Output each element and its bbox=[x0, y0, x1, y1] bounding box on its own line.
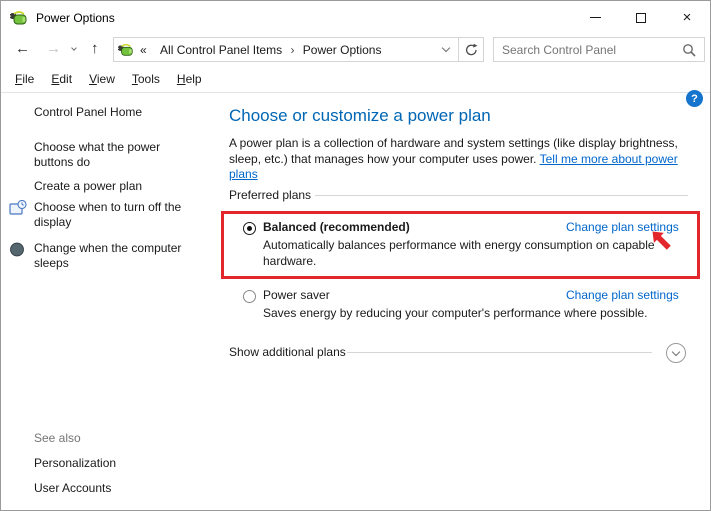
radio-power-saver[interactable] bbox=[243, 290, 256, 303]
maximize-button[interactable] bbox=[618, 1, 664, 34]
page-title: Choose or customize a power plan bbox=[229, 106, 491, 126]
search-icon[interactable] bbox=[682, 43, 696, 57]
address-bar[interactable]: « All Control Panel Items › Power Option… bbox=[113, 37, 484, 62]
plan-name-balanced: Balanced (recommended) bbox=[263, 220, 410, 234]
preferred-plans-label: Preferred plans bbox=[229, 188, 311, 202]
preferred-plans-divider bbox=[315, 195, 688, 196]
display-clock-icon bbox=[9, 200, 27, 217]
radio-balanced[interactable] bbox=[243, 222, 256, 235]
help-icon: ? bbox=[691, 93, 698, 105]
expand-additional-plans-button[interactable] bbox=[666, 343, 686, 363]
forward-button[interactable]: → bbox=[46, 39, 61, 59]
window-title: Power Options bbox=[36, 11, 115, 25]
breadcrumb-overflow-chevron[interactable]: « bbox=[140, 43, 147, 57]
recent-pages-dropdown-icon[interactable] bbox=[71, 45, 77, 51]
breadcrumb: « All Control Panel Items › Power Option… bbox=[140, 43, 434, 57]
menu-help[interactable]: Help bbox=[177, 72, 202, 86]
main-content: ? Choose or customize a power plan A pow… bbox=[219, 93, 710, 510]
sidebar-item-user-accounts[interactable]: User Accounts bbox=[34, 481, 196, 496]
chevron-down-icon bbox=[442, 44, 450, 52]
sidebar-item-personalization[interactable]: Personalization bbox=[34, 456, 196, 471]
minimize-button[interactable] bbox=[572, 1, 618, 34]
moon-icon bbox=[9, 241, 27, 258]
plan-description-balanced: Automatically balances performance with … bbox=[263, 238, 677, 269]
minimize-icon bbox=[590, 17, 601, 18]
close-icon: × bbox=[683, 10, 692, 25]
sidebar-item-control-panel-home[interactable]: Control Panel Home bbox=[34, 105, 196, 120]
menu-file[interactable]: File bbox=[15, 72, 34, 86]
menu-view[interactable]: View bbox=[89, 72, 115, 86]
sidebar-item-turn-off-display[interactable]: Choose when to turn off the display bbox=[34, 200, 196, 230]
sidebar-item-computer-sleeps[interactable]: Change when the computer sleeps bbox=[34, 241, 196, 271]
power-options-window: Power Options × ← → ↑ « All Control bbox=[0, 0, 711, 511]
chevron-down-icon bbox=[672, 347, 680, 355]
breadcrumb-item-power-options[interactable]: Power Options bbox=[303, 43, 382, 57]
plan-description-power-saver: Saves energy by reducing your computer's… bbox=[263, 306, 677, 322]
address-power-options-icon bbox=[118, 42, 134, 58]
menu-edit[interactable]: Edit bbox=[51, 72, 72, 86]
sidebar-item-power-buttons[interactable]: Choose what the power buttons do bbox=[34, 140, 196, 170]
search-input[interactable] bbox=[502, 43, 682, 57]
menu-tools[interactable]: Tools bbox=[132, 72, 160, 86]
maximize-icon bbox=[636, 13, 646, 23]
help-button[interactable]: ? bbox=[686, 90, 703, 107]
sidebar-item-create-power-plan[interactable]: Create a power plan bbox=[34, 179, 196, 194]
intro-paragraph: A power plan is a collection of hardware… bbox=[229, 136, 686, 183]
change-plan-settings-link-power-saver[interactable]: Change plan settings bbox=[566, 288, 679, 302]
show-additional-plans-label: Show additional plans bbox=[229, 345, 346, 359]
show-additional-divider bbox=[347, 352, 652, 353]
see-also-label: See also bbox=[34, 431, 196, 446]
search-box bbox=[493, 37, 705, 62]
close-button[interactable]: × bbox=[664, 1, 710, 34]
change-plan-settings-link-balanced[interactable]: Change plan settings bbox=[566, 220, 679, 234]
refresh-icon bbox=[465, 43, 478, 57]
back-button[interactable]: ← bbox=[15, 39, 30, 59]
up-button[interactable]: ↑ bbox=[91, 39, 99, 59]
power-options-icon bbox=[10, 9, 28, 27]
menu-bar: File Edit View Tools Help bbox=[1, 65, 710, 93]
refresh-button[interactable] bbox=[458, 38, 483, 61]
breadcrumb-item-all-control-panel-items[interactable]: All Control Panel Items bbox=[160, 43, 282, 57]
address-dropdown-button[interactable] bbox=[434, 38, 458, 61]
plan-name-power-saver: Power saver bbox=[263, 288, 330, 302]
sidebar: Control Panel Home Choose what the power… bbox=[1, 93, 219, 510]
title-bar: Power Options × bbox=[1, 1, 710, 34]
navigation-bar: ← → ↑ « All Control Panel Items › Power … bbox=[1, 34, 710, 65]
breadcrumb-separator: › bbox=[290, 43, 294, 57]
